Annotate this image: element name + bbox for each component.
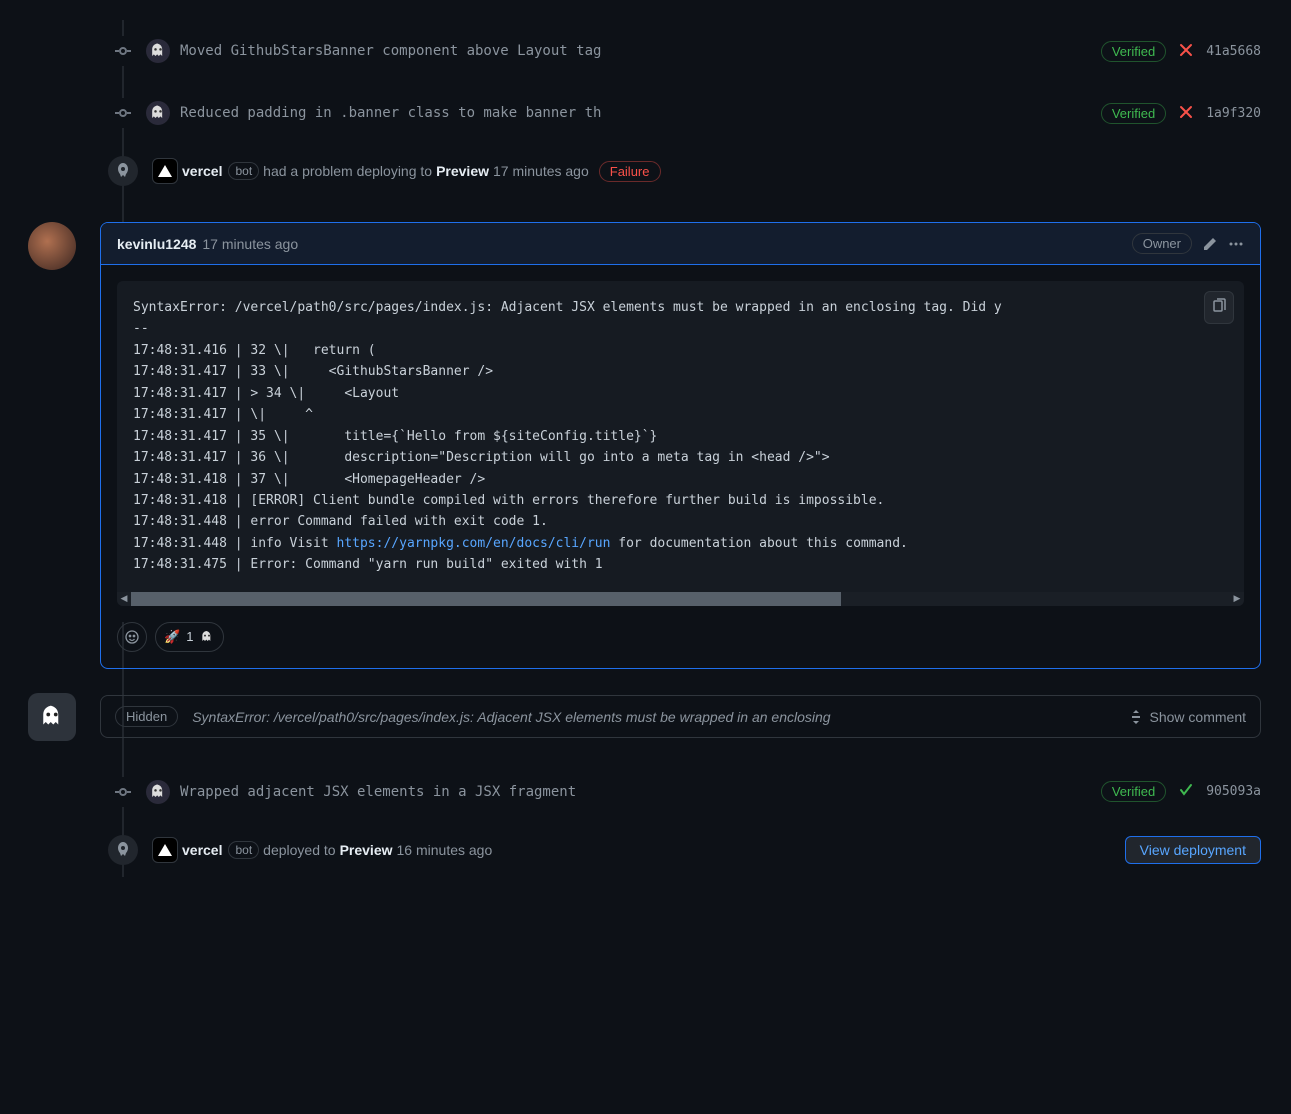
deployment-event: vercel bot deployed to Preview 16 minute… bbox=[108, 823, 1261, 877]
hidden-preview: SyntaxError: /vercel/path0/src/pages/ind… bbox=[192, 709, 1113, 725]
edit-icon[interactable] bbox=[1202, 236, 1218, 252]
horizontal-scrollbar[interactable]: ◀ ▶ bbox=[117, 592, 1244, 606]
commit-row: Moved GithubStarsBanner component above … bbox=[108, 20, 1261, 82]
deployment-event: vercel bot had a problem deploying to Pr… bbox=[108, 144, 1261, 198]
comment-author[interactable]: kevinlu1248 bbox=[117, 236, 196, 252]
commit-row: Reduced padding in .banner class to make… bbox=[108, 82, 1261, 144]
hidden-badge: Hidden bbox=[115, 706, 178, 727]
verified-badge[interactable]: Verified bbox=[1101, 41, 1166, 62]
actor-name[interactable]: vercel bbox=[182, 163, 222, 179]
reaction-rocket[interactable]: 🚀 1 bbox=[155, 622, 224, 652]
bot-tag: bot bbox=[228, 841, 259, 859]
comment-header: kevinlu1248 17 minutes ago Owner bbox=[101, 223, 1260, 265]
commit-dot-icon bbox=[108, 777, 138, 807]
owner-badge: Owner bbox=[1132, 233, 1192, 254]
show-comment-button[interactable]: Show comment bbox=[1128, 709, 1246, 725]
comment: kevinlu1248 17 minutes ago Owner SyntaxE… bbox=[28, 222, 1261, 669]
event-text: had a problem deploying to bbox=[263, 163, 432, 179]
code-link[interactable]: https://yarnpkg.com/en/docs/cli/run bbox=[337, 536, 611, 551]
event-time[interactable]: 17 minutes ago bbox=[493, 163, 589, 179]
reaction-count: 1 bbox=[186, 629, 193, 644]
commit-message[interactable]: Reduced padding in .banner class to make… bbox=[180, 105, 1091, 121]
vercel-logo[interactable] bbox=[152, 837, 178, 863]
code-text: SyntaxError: /vercel/path0/src/pages/ind… bbox=[133, 300, 1002, 551]
status-fail-icon[interactable] bbox=[1178, 104, 1194, 123]
commit-message[interactable]: Wrapped adjacent JSX elements in a JSX f… bbox=[180, 784, 1091, 800]
event-time[interactable]: 16 minutes ago bbox=[397, 842, 493, 858]
add-reaction-icon[interactable] bbox=[117, 622, 147, 652]
unfold-icon bbox=[1128, 709, 1144, 725]
rocket-icon bbox=[108, 835, 138, 865]
kebab-icon[interactable] bbox=[1228, 236, 1244, 252]
copy-icon[interactable] bbox=[1204, 291, 1234, 324]
author-avatar[interactable] bbox=[146, 101, 170, 125]
comment-time[interactable]: 17 minutes ago bbox=[202, 236, 298, 252]
author-avatar[interactable] bbox=[146, 39, 170, 63]
commit-hash[interactable]: 41a5668 bbox=[1206, 44, 1261, 59]
commit-dot-icon bbox=[108, 36, 138, 66]
status-pass-icon[interactable] bbox=[1178, 782, 1194, 801]
commit-dot-icon bbox=[108, 98, 138, 128]
rocket-icon bbox=[108, 156, 138, 186]
code-block: SyntaxError: /vercel/path0/src/pages/ind… bbox=[117, 281, 1244, 606]
bot-avatar[interactable] bbox=[28, 693, 76, 741]
rocket-emoji-icon: 🚀 bbox=[164, 629, 180, 645]
event-text: deployed to bbox=[263, 842, 335, 858]
verified-badge[interactable]: Verified bbox=[1101, 781, 1166, 802]
hidden-comment: Hidden SyntaxError: /vercel/path0/src/pa… bbox=[28, 693, 1261, 741]
vercel-logo[interactable] bbox=[152, 158, 178, 184]
commit-hash[interactable]: 1a9f320 bbox=[1206, 106, 1261, 121]
bot-tag: bot bbox=[228, 162, 259, 180]
deploy-target: Preview bbox=[436, 163, 489, 179]
actor-name[interactable]: vercel bbox=[182, 842, 222, 858]
view-deployment-button[interactable]: View deployment bbox=[1125, 836, 1261, 864]
verified-badge[interactable]: Verified bbox=[1101, 103, 1166, 124]
comment-author-avatar[interactable] bbox=[28, 222, 76, 270]
reactor-avatar bbox=[199, 629, 215, 645]
failure-badge: Failure bbox=[599, 161, 661, 182]
commit-hash[interactable]: 905093a bbox=[1206, 784, 1261, 799]
deploy-target: Preview bbox=[340, 842, 393, 858]
commit-row: Wrapped adjacent JSX elements in a JSX f… bbox=[108, 761, 1261, 823]
status-fail-icon[interactable] bbox=[1178, 42, 1194, 61]
author-avatar[interactable] bbox=[146, 780, 170, 804]
commit-message[interactable]: Moved GithubStarsBanner component above … bbox=[180, 43, 1091, 59]
